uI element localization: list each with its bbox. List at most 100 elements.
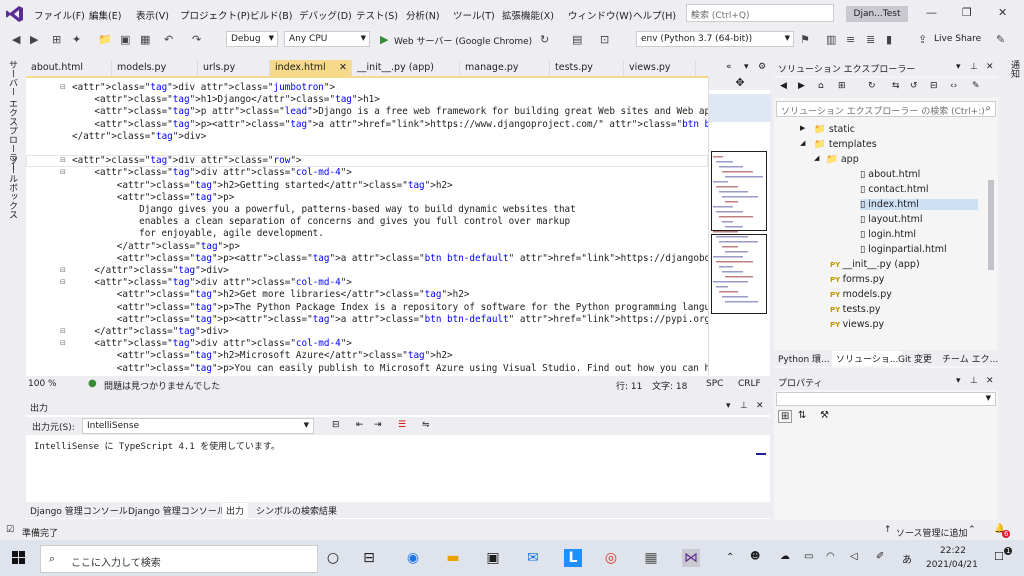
- collapse-outline-icon[interactable]: ⊟: [60, 327, 66, 335]
- categorized-icon[interactable]: ⊞: [778, 410, 793, 423]
- search-input[interactable]: 検索 (Ctrl+Q) ⌕: [686, 4, 834, 22]
- menu-item[interactable]: 編集(E): [89, 8, 121, 22]
- uncomment-icon[interactable]: ≣: [866, 33, 875, 46]
- code-line[interactable]: <attr">class="tag">p>The Python Package …: [72, 302, 708, 314]
- tree-item[interactable]: PY models.py: [830, 289, 978, 300]
- expander-icon[interactable]: ◢: [814, 154, 819, 162]
- code-line[interactable]: <attr">class="tag">h2>Getting started</a…: [72, 180, 453, 192]
- menu-item[interactable]: ファイル(F): [34, 8, 85, 22]
- wrap-icon[interactable]: ⇋: [422, 420, 430, 430]
- code-line[interactable]: <attr">class="tag">div attr">class="col-…: [72, 277, 352, 289]
- settings-icon[interactable]: ⚙: [758, 62, 766, 72]
- tab-index-html[interactable]: index.html ✕: [270, 60, 352, 76]
- code-line[interactable]: <attr">class="tag">div attr">class="col-…: [72, 167, 352, 179]
- find-icon[interactable]: ⊟: [332, 420, 340, 430]
- server-explorer-tab[interactable]: サーバー エクスプローラー: [6, 60, 19, 171]
- clear-icon[interactable]: ☰: [398, 420, 406, 430]
- menu-item[interactable]: デバッグ(D): [299, 8, 352, 22]
- collapse-icon[interactable]: ⊟: [930, 81, 938, 91]
- redo-icon[interactable]: ↷: [192, 33, 201, 46]
- output-tab[interactable]: Django 管理コンソール: [26, 503, 132, 518]
- menu-item[interactable]: 分析(N): [406, 8, 440, 22]
- ime-icon[interactable]: あ: [902, 551, 912, 566]
- pin-icon[interactable]: ⊥: [970, 62, 978, 72]
- collapse-outline-icon[interactable]: ⊟: [60, 83, 66, 91]
- minimap[interactable]: ✥: [708, 76, 771, 376]
- source-select[interactable]: IntelliSense ▼: [82, 418, 314, 434]
- tree-item[interactable]: PY views.py: [830, 319, 978, 330]
- edge-icon[interactable]: ◉: [404, 549, 422, 567]
- menu-item[interactable]: ツール(T): [453, 8, 495, 22]
- tree-scrollbar[interactable]: [988, 180, 994, 270]
- output-tab[interactable]: Django 管理コンソール: [124, 503, 230, 518]
- dropdown-icon[interactable]: ▾: [744, 62, 749, 72]
- solution-tab[interactable]: チーム エク...: [938, 351, 1002, 366]
- pending-changes-icon[interactable]: ↻: [868, 81, 876, 91]
- code-line[interactable]: </attr">class="tag">p>: [72, 241, 240, 253]
- code-line[interactable]: <attr">class="tag">h2>Microsoft Azure</a…: [72, 350, 453, 362]
- solution-tab[interactable]: Git 変更: [894, 351, 936, 366]
- new-item-icon[interactable]: ✦: [72, 33, 81, 46]
- expander-icon[interactable]: ▶: [800, 124, 805, 132]
- dropdown-icon[interactable]: ▾: [726, 401, 731, 411]
- tab-urls-py[interactable]: urls.py: [198, 60, 270, 76]
- display-icon[interactable]: ▭: [804, 551, 813, 562]
- pin-icon[interactable]: ⊥: [740, 401, 748, 411]
- tree-item[interactable]: 📁 static: [814, 124, 978, 135]
- split-icon[interactable]: ✥: [709, 76, 771, 90]
- switch-view-icon[interactable]: ⊞: [838, 81, 846, 91]
- code-line[interactable]: <attr">class="tag">div attr">class="jumb…: [72, 82, 335, 94]
- solution-search-input[interactable]: ソリューション エクスプローラー の検索 (Ctrl+:) ⌕: [776, 101, 996, 117]
- properties-icon[interactable]: ✎: [972, 81, 980, 91]
- dropdown-icon[interactable]: ▾: [956, 62, 961, 72]
- notifications-tab[interactable]: 通知: [1008, 60, 1021, 78]
- restore-icon[interactable]: ❐: [962, 6, 972, 19]
- collapse-outline-icon[interactable]: ⊟: [60, 339, 66, 347]
- bookmark-icon[interactable]: ▮: [886, 33, 892, 46]
- menu-item[interactable]: ビルド(B): [250, 8, 292, 22]
- tree-item[interactable]: 📁 app: [826, 154, 978, 165]
- refresh-icon[interactable]: ↻: [540, 33, 549, 46]
- properties-object-select[interactable]: ▼: [776, 392, 996, 406]
- save-all-icon[interactable]: ▦: [140, 33, 150, 46]
- volume-icon[interactable]: ◁: [850, 551, 858, 562]
- code-line[interactable]: </attr">class="tag">div>: [72, 326, 228, 338]
- clock-time[interactable]: 22:22: [940, 546, 966, 556]
- tree-item[interactable]: PY __init__.py (app): [830, 259, 978, 270]
- forward-icon[interactable]: ▶: [30, 33, 38, 46]
- live-share-icon[interactable]: ⇪: [918, 33, 927, 46]
- solution-tab[interactable]: ソリューショ...: [832, 351, 903, 366]
- code-line[interactable]: </attr">class="tag">div>: [72, 131, 206, 143]
- close-icon[interactable]: ✕: [986, 62, 994, 72]
- code-line[interactable]: enables a clean separation of concerns a…: [72, 216, 570, 228]
- output-tab[interactable]: シンボルの検索結果: [252, 503, 341, 518]
- menu-item[interactable]: テスト(S): [356, 8, 398, 22]
- run-icon[interactable]: ▶: [380, 33, 388, 46]
- tree-item[interactable]: PY tests.py: [830, 304, 978, 315]
- back-icon[interactable]: ◀: [780, 81, 787, 91]
- code-line[interactable]: <attr">class="tag">p attr">class="lead">…: [72, 106, 708, 118]
- wrench-icon[interactable]: ⚒: [820, 410, 829, 421]
- close-icon[interactable]: ✕: [986, 376, 994, 386]
- pin-icon[interactable]: ⊥: [970, 376, 978, 386]
- code-editor[interactable]: <attr">class="tag">div attr">class="jumb…: [26, 76, 708, 376]
- store-icon[interactable]: ▣: [484, 549, 502, 567]
- tree-item[interactable]: ▯ about.html: [860, 169, 978, 180]
- code-line[interactable]: </attr">class="tag">div>: [72, 265, 228, 277]
- task-view-icon[interactable]: ⊟: [360, 549, 378, 567]
- code-line[interactable]: for enjoyable, agile development.: [72, 228, 324, 240]
- code-line[interactable]: <attr">class="tag">p><attr">class="tag">…: [72, 119, 708, 131]
- tab-views-py[interactable]: views.py: [624, 60, 696, 76]
- tree-item[interactable]: 📁 templates: [814, 139, 978, 150]
- code-line[interactable]: <attr">class="tag">h1>Django</attr">clas…: [72, 94, 380, 106]
- browse-icon[interactable]: ▤: [572, 33, 582, 46]
- screenshot-icon[interactable]: ⊡: [600, 33, 609, 46]
- menu-item[interactable]: ウィンドウ(W): [568, 8, 632, 22]
- sync-icon[interactable]: ⇆: [892, 81, 900, 91]
- windows-start-icon[interactable]: [12, 551, 26, 565]
- menu-item[interactable]: プロジェクト(P): [180, 8, 250, 22]
- run-button[interactable]: Web サーバー (Google Chrome): [394, 34, 532, 47]
- onedrive-icon[interactable]: ☁: [780, 551, 790, 562]
- back-icon[interactable]: ◀: [12, 33, 20, 46]
- tree-item[interactable]: ▯ contact.html: [860, 184, 978, 195]
